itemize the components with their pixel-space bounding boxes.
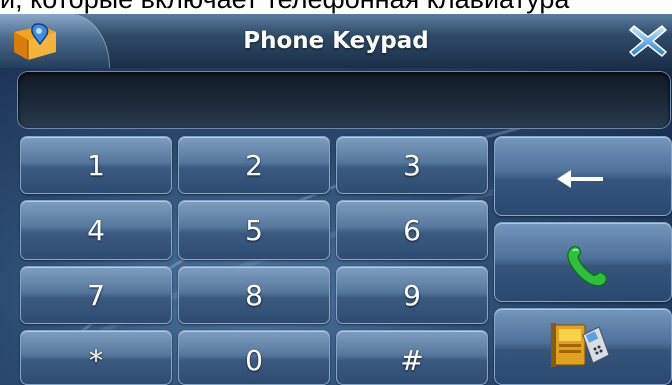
key-label: 6 — [403, 214, 421, 247]
keypad-key-9[interactable]: 9 — [336, 266, 488, 324]
keypad-key-3[interactable]: 3 — [336, 136, 488, 194]
key-label: 0 — [245, 344, 263, 377]
key-label: 9 — [403, 279, 421, 312]
phone-keypad-screen: и, которые включает телефонная клавиатур… — [0, 0, 672, 385]
contacts-button[interactable] — [494, 308, 672, 385]
number-display[interactable] — [18, 72, 670, 128]
left-arrow-icon — [557, 170, 603, 188]
close-x-icon[interactable] — [626, 20, 670, 62]
keypad-key-5[interactable]: 5 — [178, 200, 330, 260]
key-label: 3 — [403, 149, 421, 182]
keypad-key-4[interactable]: 4 — [20, 200, 172, 260]
keypad-key-hash[interactable]: # — [336, 330, 488, 385]
key-label: 4 — [87, 214, 105, 247]
keypad-key-7[interactable]: 7 — [20, 266, 172, 324]
key-label: 2 — [245, 149, 263, 182]
key-label: * — [89, 344, 103, 377]
keypad-key-8[interactable]: 8 — [178, 266, 330, 324]
call-button[interactable] — [494, 222, 672, 302]
keypad-key-star[interactable]: * — [20, 330, 172, 385]
keypad-key-0[interactable]: 0 — [178, 330, 330, 385]
backspace-button[interactable] — [494, 136, 672, 216]
phone-handset-icon — [567, 245, 608, 287]
keypad-key-1[interactable]: 1 — [20, 136, 172, 194]
keypad-key-2[interactable]: 2 — [178, 136, 330, 194]
key-label: 5 — [245, 214, 263, 247]
key-label: 7 — [87, 279, 105, 312]
key-label: 1 — [87, 149, 105, 182]
contacts-phonebook-icon — [551, 323, 610, 367]
cropped-caption-text: и, которые включает телефонная клавиатур… — [0, 0, 672, 14]
window-title: Phone Keypad — [243, 28, 429, 54]
keypad-key-6[interactable]: 6 — [336, 200, 488, 260]
key-label: # — [400, 344, 424, 377]
key-label: 8 — [245, 279, 263, 312]
